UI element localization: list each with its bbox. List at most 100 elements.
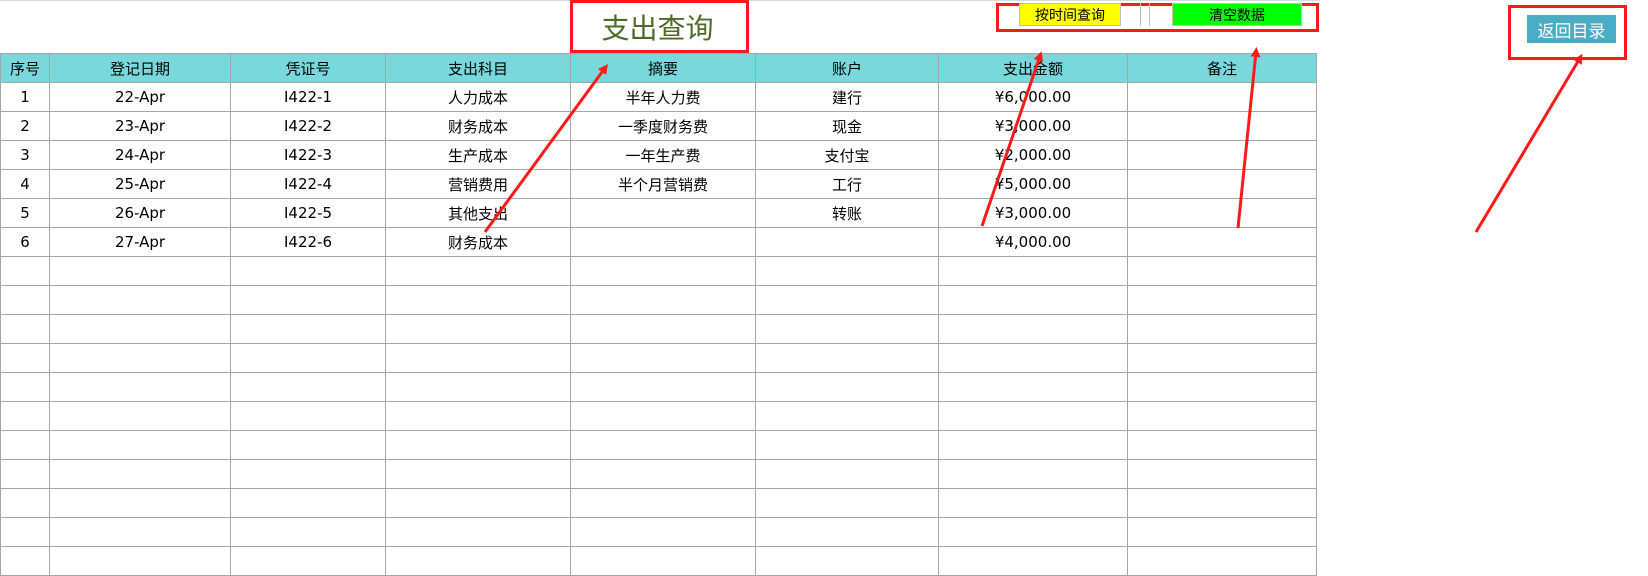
table-cell[interactable] — [1127, 111, 1317, 141]
table-cell[interactable]: 其他支出 — [385, 198, 571, 228]
table-cell[interactable] — [1127, 459, 1317, 489]
table-cell[interactable] — [1127, 169, 1317, 199]
table-cell[interactable]: I422-6 — [230, 227, 386, 257]
table-cell[interactable]: 人力成本 — [385, 82, 571, 112]
table-cell[interactable]: 支付宝 — [755, 140, 939, 170]
table-cell[interactable] — [230, 459, 386, 489]
table-cell[interactable] — [570, 488, 756, 518]
table-cell[interactable] — [755, 430, 939, 460]
table-cell[interactable] — [570, 198, 756, 228]
table-cell[interactable] — [1127, 401, 1317, 431]
table-cell[interactable] — [230, 517, 386, 547]
table-cell[interactable] — [385, 459, 571, 489]
table-cell[interactable] — [1127, 198, 1317, 228]
table-cell[interactable] — [49, 285, 231, 315]
table-cell[interactable]: 现金 — [755, 111, 939, 141]
table-cell[interactable] — [49, 430, 231, 460]
table-cell[interactable] — [230, 401, 386, 431]
table-cell[interactable] — [938, 401, 1128, 431]
table-cell[interactable] — [570, 314, 756, 344]
table-cell[interactable] — [230, 488, 386, 518]
table-cell[interactable] — [755, 256, 939, 286]
table-cell[interactable] — [938, 372, 1128, 402]
table-cell[interactable] — [385, 430, 571, 460]
table-cell[interactable] — [385, 314, 571, 344]
table-cell[interactable] — [1127, 256, 1317, 286]
table-cell[interactable] — [230, 285, 386, 315]
table-cell[interactable]: 一季度财务费 — [570, 111, 756, 141]
table-cell[interactable] — [385, 517, 571, 547]
table-cell[interactable]: ¥3,000.00 — [938, 198, 1128, 228]
table-cell[interactable] — [385, 546, 571, 576]
table-cell[interactable] — [938, 314, 1128, 344]
table-cell[interactable] — [570, 343, 756, 373]
table-cell[interactable]: 营销费用 — [385, 169, 571, 199]
table-cell[interactable] — [938, 488, 1128, 518]
table-cell[interactable] — [385, 285, 571, 315]
table-cell[interactable] — [1127, 546, 1317, 576]
table-cell[interactable] — [385, 343, 571, 373]
table-cell[interactable]: I422-2 — [230, 111, 386, 141]
query-by-time-button[interactable]: 按时间查询 — [1019, 3, 1121, 26]
table-cell[interactable] — [1127, 285, 1317, 315]
table-cell[interactable] — [0, 372, 50, 402]
table-cell[interactable] — [755, 517, 939, 547]
table-cell[interactable] — [385, 256, 571, 286]
table-cell[interactable]: 转账 — [755, 198, 939, 228]
table-cell[interactable] — [938, 517, 1128, 547]
table-cell[interactable]: ¥2,000.00 — [938, 140, 1128, 170]
table-cell[interactable]: I422-5 — [230, 198, 386, 228]
table-cell[interactable]: 23-Apr — [49, 111, 231, 141]
table-cell[interactable] — [385, 488, 571, 518]
table-cell[interactable] — [755, 372, 939, 402]
table-cell[interactable] — [0, 488, 50, 518]
table-cell[interactable] — [570, 546, 756, 576]
table-cell[interactable]: 财务成本 — [385, 227, 571, 257]
table-cell[interactable] — [49, 401, 231, 431]
table-cell[interactable]: 财务成本 — [385, 111, 571, 141]
table-cell[interactable] — [755, 488, 939, 518]
table-cell[interactable]: 5 — [0, 198, 50, 228]
table-cell[interactable]: 25-Apr — [49, 169, 231, 199]
table-cell[interactable] — [1127, 430, 1317, 460]
table-cell[interactable] — [49, 256, 231, 286]
table-cell[interactable] — [49, 517, 231, 547]
table-cell[interactable]: I422-4 — [230, 169, 386, 199]
table-cell[interactable] — [570, 459, 756, 489]
table-cell[interactable] — [0, 459, 50, 489]
table-cell[interactable] — [570, 285, 756, 315]
table-cell[interactable]: 工行 — [755, 169, 939, 199]
table-cell[interactable] — [570, 372, 756, 402]
table-cell[interactable] — [938, 459, 1128, 489]
table-cell[interactable]: 1 — [0, 82, 50, 112]
table-cell[interactable] — [570, 401, 756, 431]
table-cell[interactable]: 26-Apr — [49, 198, 231, 228]
table-cell[interactable] — [49, 546, 231, 576]
table-cell[interactable] — [1127, 314, 1317, 344]
table-cell[interactable] — [755, 401, 939, 431]
table-cell[interactable] — [49, 459, 231, 489]
table-cell[interactable]: ¥4,000.00 — [938, 227, 1128, 257]
back-to-menu-button[interactable]: 返回目录 — [1527, 15, 1616, 43]
table-cell[interactable] — [938, 546, 1128, 576]
table-cell[interactable] — [755, 343, 939, 373]
table-cell[interactable] — [49, 372, 231, 402]
table-cell[interactable] — [230, 372, 386, 402]
table-cell[interactable] — [938, 256, 1128, 286]
table-cell[interactable] — [0, 314, 50, 344]
table-cell[interactable]: ¥6,000.00 — [938, 82, 1128, 112]
table-cell[interactable] — [570, 227, 756, 257]
table-cell[interactable] — [755, 459, 939, 489]
table-cell[interactable]: I422-3 — [230, 140, 386, 170]
table-cell[interactable]: 一年生产费 — [570, 140, 756, 170]
table-cell[interactable] — [570, 517, 756, 547]
clear-data-button[interactable]: 清空数据 — [1172, 3, 1302, 26]
table-cell[interactable] — [938, 343, 1128, 373]
table-cell[interactable] — [0, 430, 50, 460]
table-cell[interactable]: 半年人力费 — [570, 82, 756, 112]
table-cell[interactable] — [0, 517, 50, 547]
table-cell[interactable]: 建行 — [755, 82, 939, 112]
table-cell[interactable] — [0, 546, 50, 576]
table-cell[interactable] — [0, 343, 50, 373]
table-cell[interactable] — [570, 430, 756, 460]
